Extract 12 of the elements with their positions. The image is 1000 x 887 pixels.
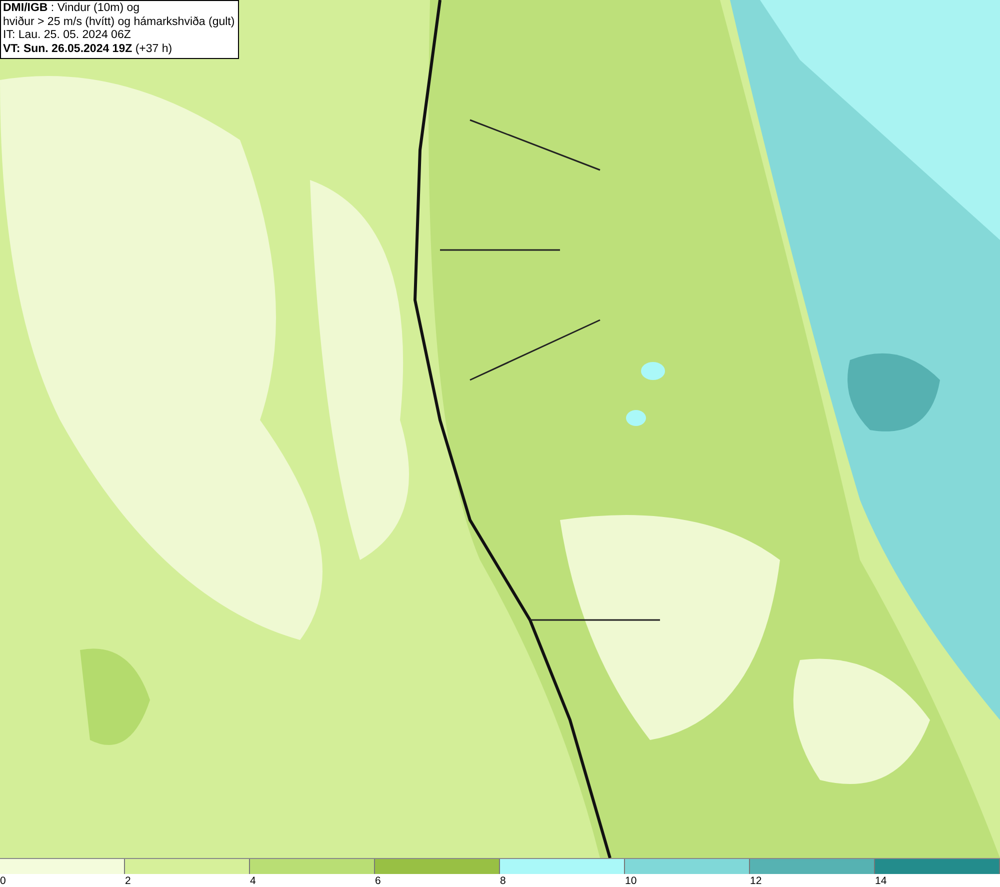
title-text: VT: Sun. 26.05.2024 19Z (+37 h) xyxy=(3,42,174,56)
title-text: DMI/IGB : Vindur (10m) og xyxy=(3,2,141,16)
scale-label: 2 xyxy=(125,874,132,887)
scale-label: 12 xyxy=(750,874,763,887)
scale-label: 4 xyxy=(250,874,257,887)
title-text: IT: Lau. 25. 05. 2024 06Z xyxy=(3,29,132,42)
scale-label: 8 xyxy=(500,874,507,887)
scale-label: 14 xyxy=(875,874,888,887)
scale-label: 0 xyxy=(0,874,7,887)
title-text: hviður > 25 m/s (hvítt) og hámarkshviða (gult) xyxy=(3,16,235,29)
scale-label: 6 xyxy=(375,874,382,887)
scale-label: 10 xyxy=(625,874,638,887)
